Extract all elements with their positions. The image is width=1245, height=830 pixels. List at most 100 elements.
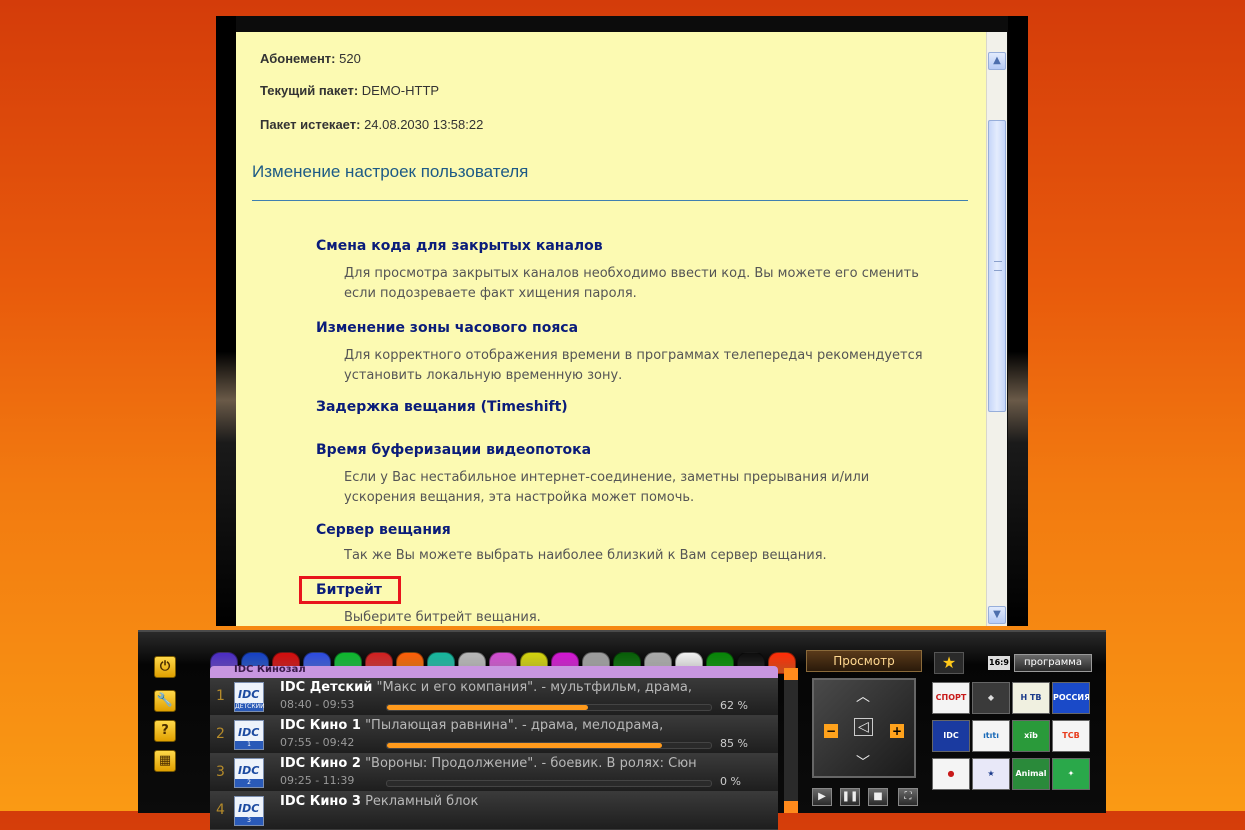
settings-page: Абонемент: 520 Текущий пакет: DEMO-HTTP … xyxy=(236,32,986,626)
channel-row[interactable]: 2 IDC 1 IDC Кино 1 "Пылающая равнина". - др… xyxy=(210,716,778,754)
volume-up-icon[interactable]: + xyxy=(890,724,904,738)
help-icon[interactable]: ? xyxy=(154,720,176,742)
progress-fill xyxy=(387,705,588,710)
volume-down-icon[interactable]: − xyxy=(824,724,838,738)
link-timeshift[interactable]: Задержка вещания (Timeshift) xyxy=(316,399,568,415)
expires-label: Пакет истекает: xyxy=(260,117,361,132)
favorites-star-icon[interactable]: ★ xyxy=(934,652,964,674)
pause-icon[interactable]: ❚❚ xyxy=(840,788,860,806)
power-icon[interactable]: ⏻ xyxy=(154,656,176,678)
channel-logo-text: IDC xyxy=(238,802,260,815)
link-change-code[interactable]: Смена кода для закрытых каналов xyxy=(316,238,603,254)
down-arrow-icon[interactable]: ﹀ xyxy=(856,752,870,772)
link-server[interactable]: Сервер вещания xyxy=(316,522,451,538)
desc-buffer: Если у Вас нестабильное интернет-соедине… xyxy=(344,470,870,505)
channel-title: IDC Кино 1 "Пылающая равнина". - драма, … xyxy=(280,718,770,733)
channel-logo-tile[interactable]: ★ xyxy=(972,758,1010,790)
channel-title: IDC Кино 2 "Вороны: Продолжение". - боев… xyxy=(280,756,770,771)
frame-left xyxy=(216,16,236,626)
channel-row[interactable]: 1 IDC ДЕТСКИЙ IDC Детский "Макс и его компа… xyxy=(210,678,778,716)
channel-logo-sub: 3 xyxy=(235,817,263,825)
page-scrollbar[interactable]: ▲ ▼ xyxy=(986,32,1007,626)
channel-logo-tile[interactable]: IDC HD1 xyxy=(932,720,970,752)
channel-logo-text: IDC xyxy=(238,688,260,701)
channel-logo: IDC 2 xyxy=(234,758,264,788)
link-bitrate[interactable]: Битрейт xyxy=(316,582,382,598)
package-value: DEMO-HTTP xyxy=(361,83,440,98)
progress-percent: 0 % xyxy=(720,775,741,788)
grip-icon xyxy=(994,261,1002,271)
channel-logo-tile[interactable]: ıtıtı xyxy=(972,720,1010,752)
channel-row[interactable]: 3 IDC 2 IDC Кино 2 "Вороны: Продолжение". -… xyxy=(210,754,778,792)
category-header: IDC Кинозал xyxy=(210,664,778,678)
channel-logo-tile[interactable]: xīb xyxy=(1012,720,1050,752)
progress-fill xyxy=(387,743,663,748)
channel-title: IDC Кино 3 Рекламный блок xyxy=(280,794,770,809)
subscription-value: 520 xyxy=(339,51,361,66)
package-info: Текущий пакет: DEMO-HTTP xyxy=(260,83,439,98)
program-button[interactable]: программа xyxy=(1014,654,1092,672)
package-label: Текущий пакет: xyxy=(260,83,359,98)
desc-change-code: Для просмотра закрытых каналов необходим… xyxy=(344,266,919,301)
stop-icon[interactable]: ■ xyxy=(868,788,888,806)
show-time: 09:25 - 11:39 xyxy=(280,774,355,787)
channel-logo: IDC 3 xyxy=(234,796,264,826)
aspect-ratio-button[interactable]: 16:9 xyxy=(988,656,1010,670)
link-buffer[interactable]: Время буферизации видеопотока xyxy=(316,442,591,458)
channel-logo-text: IDC xyxy=(238,726,260,739)
channel-logo-tile[interactable]: РОССИЯ 2 xyxy=(1052,682,1090,714)
channel-logo-tile[interactable]: ◆ xyxy=(972,682,1010,714)
show-title: "Вороны: Продолжение". - боевик. В ролях… xyxy=(365,756,697,771)
category-label: IDC Кинозал xyxy=(234,664,306,675)
section-divider xyxy=(252,200,968,201)
channel-logo-tile[interactable]: ТСВ xyxy=(1052,720,1090,752)
view-button[interactable]: Просмотр xyxy=(806,650,922,672)
scroll-thumb[interactable] xyxy=(988,120,1006,412)
show-title: "Пылающая равнина". - драма, мелодрама, xyxy=(365,718,664,733)
channel-logo-sub: 2 xyxy=(235,779,263,787)
section-title: Изменение настроек пользователя xyxy=(252,162,529,181)
scroll-down-icon[interactable]: ▼ xyxy=(988,606,1006,624)
film-icon[interactable]: ▦ xyxy=(154,750,176,772)
progress-percent: 85 % xyxy=(720,737,748,750)
desc-bitrate: Выберите битрейт вещания. xyxy=(344,610,541,625)
up-arrow-icon[interactable]: ︿ xyxy=(856,686,870,706)
desc-server: Так же Вы можете выбрать наиболее близки… xyxy=(344,548,827,563)
subscription-info: Абонемент: 520 xyxy=(260,51,361,66)
show-title: Рекламный блок xyxy=(365,794,479,809)
channel-logo-sub: 1 xyxy=(235,741,263,749)
channel-name: IDC Кино 3 xyxy=(280,794,361,809)
channel-title: IDC Детский "Макс и его компания". - мул… xyxy=(280,680,770,695)
channel-logo-tile[interactable]: Н ТВ xyxy=(1012,682,1050,714)
list-scroll-up-icon[interactable] xyxy=(784,668,798,680)
list-scroll-down-icon[interactable] xyxy=(784,801,798,813)
expires-value: 24.08.2030 13:58:22 xyxy=(364,117,484,132)
fullscreen-icon[interactable]: ⛶ xyxy=(898,788,918,806)
channel-logo: IDC ДЕТСКИЙ xyxy=(234,682,265,712)
channel-list-scrollbar[interactable] xyxy=(784,668,798,813)
show-progress xyxy=(386,742,712,749)
channel-name: IDC Кино 2 xyxy=(280,756,361,771)
channel-row[interactable]: 4 IDC 3 IDC Кино 3 Рекламный блок xyxy=(210,792,778,830)
play-icon[interactable]: ▶ xyxy=(812,788,832,806)
speaker-icon[interactable]: ◁ xyxy=(854,718,873,736)
scroll-up-icon[interactable]: ▲ xyxy=(988,52,1006,70)
show-time: 07:55 - 09:42 xyxy=(280,736,355,749)
channel-list: 1 IDC ДЕТСКИЙ IDC Детский "Макс и его компа… xyxy=(210,678,778,830)
channel-logo-tile[interactable]: Animal Planet xyxy=(1012,758,1050,790)
channel-logo-tile[interactable]: ● xyxy=(932,758,970,790)
channel-number: 4 xyxy=(216,802,225,818)
settings-window: Абонемент: 520 Текущий пакет: DEMO-HTTP … xyxy=(216,16,1028,626)
channel-number: 3 xyxy=(216,764,225,780)
show-progress xyxy=(386,780,712,787)
channel-logo: IDC 1 xyxy=(234,720,264,750)
show-time: 08:40 - 09:53 xyxy=(280,698,355,711)
channel-name: IDC Кино 1 xyxy=(280,718,361,733)
channel-logo-tile[interactable]: ✦ xyxy=(1052,758,1090,790)
player-bar: ⏻ 🔧 ? ▦ IDC Кинозал 1 IDC ДЕТСКИЙ IDC Детск… xyxy=(138,630,1106,830)
channel-logo-tile[interactable]: СПОРТ xyxy=(932,682,970,714)
expires-info: Пакет истекает: 24.08.2030 13:58:22 xyxy=(260,117,483,132)
link-timezone[interactable]: Изменение зоны часового пояса xyxy=(316,320,578,336)
wrench-icon[interactable]: 🔧 xyxy=(154,690,176,712)
channel-logo-text: IDC xyxy=(238,764,260,777)
